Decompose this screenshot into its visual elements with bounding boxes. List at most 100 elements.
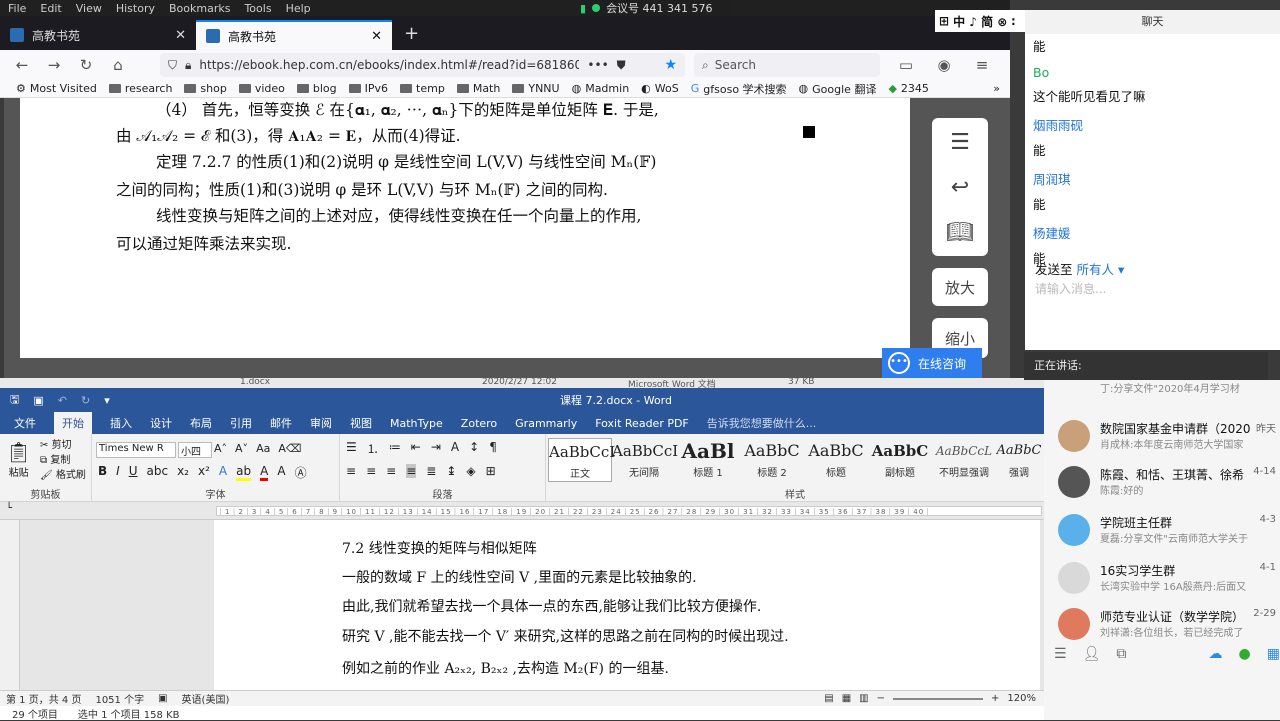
align-right-icon[interactable]: ≡ xyxy=(386,464,396,478)
numbering-icon[interactable]: ⒈ xyxy=(367,440,379,457)
bookmark-research[interactable]: research xyxy=(108,82,172,95)
style-subtitle[interactable]: AaBbC 副标题 xyxy=(868,438,932,482)
menu-edit[interactable]: Edit xyxy=(40,2,61,15)
italic-icon[interactable]: I xyxy=(116,464,120,481)
bookmark-madmin[interactable]: ◍ Madmin xyxy=(572,82,630,95)
undo-icon[interactable]: ↶ xyxy=(58,394,67,407)
decrease-indent-icon[interactable]: ⇤ xyxy=(411,440,421,457)
add-contact-icon[interactable]: 👤︎ xyxy=(1083,646,1101,662)
reload-icon[interactable]: ↻ xyxy=(74,56,98,74)
format-painter-button[interactable]: 🖌︎ 格式刷 xyxy=(40,468,86,483)
explorer-file-row[interactable]: 1.docx 2020/2/27 12:02 Microsoft Word 文档… xyxy=(0,378,1044,388)
style-emphasis[interactable]: AaBbC 强调 xyxy=(996,438,1042,482)
return-icon[interactable]: ↩ xyxy=(951,175,969,200)
customize-icon[interactable]: ▾ xyxy=(104,394,110,407)
chinese-layout-icon[interactable]: A xyxy=(451,440,459,457)
menu-help[interactable]: Help xyxy=(286,2,311,15)
tab-layout[interactable]: 布局 xyxy=(190,415,212,431)
qq-chat-item[interactable]: 陈霞、和恬、王琪菁、徐希 陈霞:好的 4-14 xyxy=(1044,460,1280,506)
clear-format-icon[interactable]: A⌫ xyxy=(278,442,301,455)
align-center-icon[interactable]: ≡ xyxy=(366,464,376,478)
zoom-in-icon[interactable]: + xyxy=(991,693,999,704)
apps-icon[interactable]: ▦ xyxy=(1267,646,1280,662)
close-tab-icon[interactable]: ✕ xyxy=(371,29,382,44)
zoom-out-icon[interactable]: − xyxy=(877,693,885,704)
list-icon[interactable]: ☰ xyxy=(950,130,970,155)
chat-input[interactable]: 请输入消息... xyxy=(1035,280,1275,297)
align-left-icon[interactable]: ≡ xyxy=(346,464,356,478)
line-spacing-icon[interactable]: ↨ xyxy=(446,464,456,478)
bold-icon[interactable]: B xyxy=(98,464,107,481)
font-size-select[interactable]: 小四 xyxy=(178,442,212,458)
paste-button[interactable]: 📋︎ 粘贴 xyxy=(6,440,31,479)
style-title[interactable]: AaBbC 标题 xyxy=(804,438,868,482)
menu-icon[interactable]: ☰ xyxy=(1054,646,1067,662)
change-case-icon[interactable]: Aa xyxy=(256,442,270,455)
bookmark-google-translate[interactable]: ◍ Google 翻译 xyxy=(799,81,877,97)
bookmark-gfsoso[interactable]: Ggfsoso 学术搜索 xyxy=(691,81,787,97)
game-icon[interactable]: ● xyxy=(1239,646,1251,662)
home-icon[interactable]: ⌂ xyxy=(106,56,130,74)
vertical-ruler[interactable] xyxy=(0,520,20,690)
font-color-icon[interactable]: A xyxy=(260,464,269,481)
read-mode-icon[interactable]: ▤ xyxy=(824,693,833,704)
proofing-icon[interactable]: ▣ xyxy=(158,693,167,704)
copy-button[interactable]: ⧉ 复制 xyxy=(40,453,86,468)
more-icon[interactable]: ••• xyxy=(587,58,608,72)
zoom-in-button[interactable]: 放大 xyxy=(932,268,988,306)
bookmark-star-icon[interactable]: ★ xyxy=(664,57,677,73)
open-book-icon[interactable]: 📖︎ xyxy=(946,220,974,245)
increase-indent-icon[interactable]: ⇥ xyxy=(431,440,441,457)
bookmark-temp[interactable]: temp xyxy=(400,82,445,95)
browser-tab-1[interactable]: 高教书苑 ✕ xyxy=(0,20,196,50)
new-tab-icon[interactable]: + xyxy=(392,23,431,50)
forward-icon[interactable]: → xyxy=(42,56,66,74)
style-no-spacing[interactable]: AaBbCcI 无间隔 xyxy=(612,438,678,482)
bookmark-most-visited[interactable]: ⚙ Most Visited xyxy=(16,82,97,95)
shading-icon[interactable]: ◈ xyxy=(466,464,475,478)
underline-icon[interactable]: U xyxy=(129,464,138,481)
justify-icon[interactable]: ≡ xyxy=(406,464,417,478)
ime-toolbar[interactable]: ⊞ 中 ♪ 简 ⊗ ∶ xyxy=(935,10,1025,32)
bookmark-video[interactable]: video xyxy=(238,82,285,95)
bullets-icon[interactable]: ☰ xyxy=(346,440,357,457)
word-count[interactable]: 1051 个字 xyxy=(95,691,144,706)
horizontal-ruler[interactable]: ｜1｜2｜3｜4｜5｜6｜7｜8｜9｜10｜11｜12｜13｜14｜15｜16｜… xyxy=(216,506,1042,516)
bookmark-ynnu[interactable]: YNNU xyxy=(512,82,560,95)
page-count[interactable]: 第 1 页，共 4 页 xyxy=(6,691,81,706)
bookmark-wos[interactable]: ◐ WoS xyxy=(641,82,679,95)
style-heading-1[interactable]: AaBl 标题 1 xyxy=(676,438,740,482)
shrink-font-icon[interactable]: A˅ xyxy=(235,442,248,455)
tab-grammarly[interactable]: Grammarly xyxy=(515,417,577,430)
language[interactable]: 英语(美国) xyxy=(182,691,230,706)
highlight-icon[interactable]: ab xyxy=(236,464,252,481)
enclose-char-icon[interactable]: Ⓐ xyxy=(295,464,307,481)
tab-home[interactable]: 开始 xyxy=(54,412,92,434)
url-bar[interactable]: ⛉ 🔒︎ https://ebook.hep.com.cn/ebooks/ind… xyxy=(160,53,685,77)
pocket-icon[interactable]: ⛊ xyxy=(617,58,626,73)
menu-view[interactable]: View xyxy=(76,2,102,15)
show-marks-icon[interactable]: ¶ xyxy=(489,440,497,457)
cut-button[interactable]: ✂ 剪切 xyxy=(40,438,86,453)
bookmark-math[interactable]: Math xyxy=(456,82,500,95)
sort-icon[interactable]: ↕ xyxy=(469,440,479,457)
bookmark-2345[interactable]: ◆ 2345 xyxy=(888,82,928,95)
zoom-slider[interactable] xyxy=(893,697,984,700)
document-page[interactable]: 7.2 线性变换的矩阵与相似矩阵 一般的数域 F 上的线性空间 V ,里面的元素… xyxy=(214,520,1040,690)
menu-bookmarks[interactable]: Bookmarks xyxy=(169,2,230,15)
superscript-icon[interactable]: x² xyxy=(198,464,210,481)
borders-icon[interactable]: ⊞ xyxy=(486,464,496,478)
search-input[interactable]: ⌕ Search xyxy=(694,53,880,77)
qq-chat-item[interactable]: 16实习学生群 长湾实验中学 16A殷燕丹:后面又 4-1 xyxy=(1044,556,1280,602)
multilevel-icon[interactable]: ≔ xyxy=(389,440,401,457)
style-normal[interactable]: AaBbCcI 正文 xyxy=(548,438,615,482)
tab-file[interactable]: 文件 xyxy=(14,415,36,431)
tab-zotero[interactable]: Zotero xyxy=(461,417,497,430)
text-effects-icon[interactable]: A xyxy=(219,464,227,481)
redo-icon[interactable]: ↻ xyxy=(81,394,90,407)
print-layout-icon[interactable]: ▦ xyxy=(842,693,851,704)
bookmark-ipv6[interactable]: IPv6 xyxy=(348,82,388,95)
distribute-icon[interactable]: ≣ xyxy=(426,464,436,478)
browser-tab-2[interactable]: 高教书苑 ✕ xyxy=(196,20,392,50)
sidebar-icon[interactable]: ▭ xyxy=(894,56,918,74)
